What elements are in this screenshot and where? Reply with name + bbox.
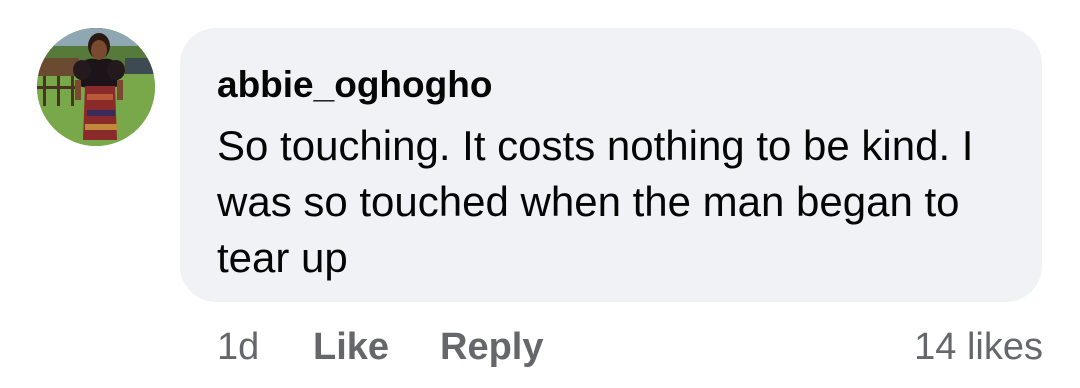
avatar[interactable] bbox=[37, 28, 155, 146]
comment-text: So touching. It costs nothing to be kind… bbox=[217, 122, 974, 281]
comment: abbie_oghogho So touching. It costs noth… bbox=[0, 0, 1080, 388]
reply-button[interactable]: Reply bbox=[440, 322, 543, 372]
like-button[interactable]: Like bbox=[313, 322, 389, 372]
comment-bubble: abbie_oghogho So touching. It costs noth… bbox=[180, 28, 1042, 302]
comment-author[interactable]: abbie_oghogho bbox=[217, 62, 1012, 108]
likes-count[interactable]: 14 likes bbox=[914, 322, 1043, 372]
comment-actions: 1d Like Reply 14 likes bbox=[217, 322, 1043, 372]
comment-timestamp[interactable]: 1d bbox=[217, 322, 259, 372]
profile-photo-icon bbox=[37, 28, 155, 146]
